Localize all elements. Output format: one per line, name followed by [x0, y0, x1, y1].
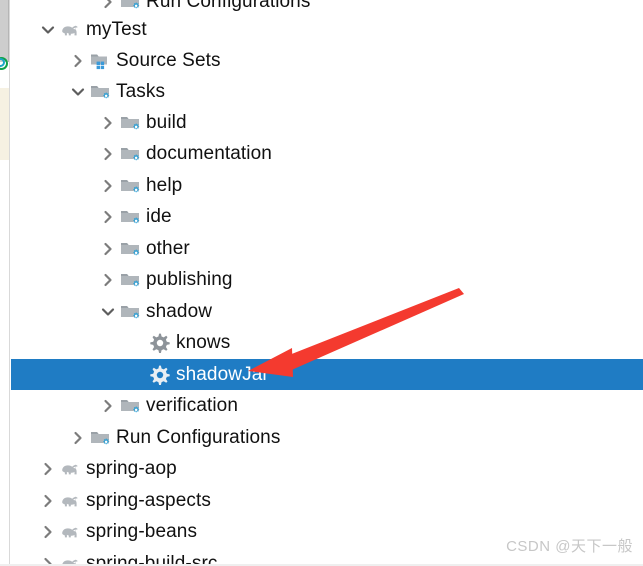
tree-row-label: myTest: [86, 18, 147, 40]
folder-gear-icon: [119, 175, 141, 197]
chevron-right-icon[interactable]: [97, 170, 119, 201]
chevron-down-icon[interactable]: [67, 76, 89, 107]
tree-row-indent: [11, 516, 37, 547]
tree-row[interactable]: help: [11, 170, 643, 201]
tree-row-indent: [11, 359, 127, 390]
gear-icon: [149, 332, 171, 354]
folder-gear-icon: [119, 206, 141, 228]
scrollbar-track[interactable]: [0, 0, 9, 566]
tree-row-label: shadowJar: [176, 363, 269, 385]
chevron-right-icon[interactable]: [97, 233, 119, 264]
chevron-right-icon[interactable]: [37, 453, 59, 484]
tree-row-label: verification: [146, 394, 239, 416]
tree-row-indent: [11, 76, 67, 107]
tree-row-label: shadow: [146, 300, 213, 322]
tree-row-indent: [11, 485, 37, 516]
chevron-right-icon[interactable]: [97, 138, 119, 169]
gradle-tool-window: Run Configurations myTest Source Sets Tasks…: [0, 0, 643, 566]
tree-row-label: Run Configurations: [146, 0, 311, 12]
tree-row-indent: [11, 107, 97, 138]
chevron-right-icon[interactable]: [97, 201, 119, 232]
tree-row-label: spring-beans: [86, 520, 198, 542]
tree-row[interactable]: knows: [11, 327, 643, 358]
tree-row-label: help: [146, 174, 183, 196]
gutter-highlight-band: [0, 88, 9, 160]
folder-gear-icon: [119, 301, 141, 323]
tree-row-indent: [11, 14, 37, 45]
chevron-right-icon[interactable]: [97, 390, 119, 421]
chevron-right-icon[interactable]: [97, 264, 119, 295]
gradle-elephant-icon: [59, 19, 81, 41]
tree-row[interactable]: verification: [11, 390, 643, 421]
csdn-watermark: CSDN @天下一般: [506, 538, 633, 555]
tree-row[interactable]: build: [11, 107, 643, 138]
chevron-right-icon[interactable]: [67, 422, 89, 453]
chevron-right-icon[interactable]: [37, 485, 59, 516]
tree-row[interactable]: other: [11, 233, 643, 264]
chevron-right-icon[interactable]: [97, 107, 119, 138]
folder-gear-icon: [119, 143, 141, 165]
tree-row-indent: [11, 170, 97, 201]
tree-row-indent: [11, 45, 67, 76]
scrollbar-thumb[interactable]: [0, 0, 9, 62]
chevron-down-icon[interactable]: [97, 296, 119, 327]
tree-row-label: build: [146, 111, 187, 133]
tree-row-label: documentation: [146, 142, 272, 164]
tree-row[interactable]: spring-aop: [11, 453, 643, 484]
gradle-elephant-icon: [59, 458, 81, 480]
folder-modules-icon: [89, 50, 111, 72]
tree-row-indent: [11, 296, 97, 327]
tree-row-label: spring-aspects: [86, 489, 211, 511]
folder-gear-icon: [119, 269, 141, 291]
chevron-down-icon[interactable]: [37, 14, 59, 45]
project-tree[interactable]: Run Configurations myTest Source Sets Tasks…: [11, 0, 643, 566]
tree-row-no-twisty: [127, 327, 149, 358]
tree-row-indent: [11, 233, 97, 264]
tree-row-label: knows: [176, 331, 231, 353]
tree-row[interactable]: publishing: [11, 264, 643, 295]
tree-row-label: spring-aop: [86, 457, 177, 479]
tree-row[interactable]: shadowJar: [11, 359, 643, 390]
gradle-elephant-icon: [59, 521, 81, 543]
tree-row-indent: [11, 138, 97, 169]
folder-gear-icon: [89, 81, 111, 103]
tree-row-indent: [11, 453, 37, 484]
tree-row-indent: [11, 422, 67, 453]
folder-gear-icon: [119, 395, 141, 417]
tree-row[interactable]: Source Sets: [11, 45, 643, 76]
folder-gear-icon: [89, 427, 111, 449]
folder-gear-icon: [119, 112, 141, 134]
tree-row[interactable]: myTest: [11, 14, 643, 45]
gradle-elephant-icon: [59, 490, 81, 512]
tree-row[interactable]: shadow: [11, 296, 643, 327]
chevron-right-icon[interactable]: [37, 516, 59, 547]
tree-row[interactable]: documentation: [11, 138, 643, 169]
tree-row[interactable]: ide: [11, 201, 643, 232]
left-gutter: [0, 0, 10, 566]
tree-row-label: other: [146, 237, 190, 259]
tree-row-label: Tasks: [116, 80, 166, 102]
chevron-right-icon[interactable]: [67, 45, 89, 76]
tree-row[interactable]: spring-aspects: [11, 485, 643, 516]
tree-row-label: ide: [146, 205, 172, 227]
tree-row-indent: [11, 390, 97, 421]
tree-row[interactable]: Tasks: [11, 76, 643, 107]
folder-gear-icon: [119, 0, 141, 13]
folder-gear-icon: [119, 238, 141, 260]
tree-row-indent: [11, 201, 97, 232]
tree-row-label: Source Sets: [116, 49, 221, 71]
tree-row-label: Run Configurations: [116, 426, 281, 448]
tree-row-label: publishing: [146, 268, 233, 290]
gear-icon: [149, 364, 171, 386]
tree-row[interactable]: Run Configurations: [11, 422, 643, 453]
tree-row-indent: [11, 264, 97, 295]
tree-row-no-twisty: [127, 359, 149, 390]
tree-row-indent: [11, 327, 127, 358]
